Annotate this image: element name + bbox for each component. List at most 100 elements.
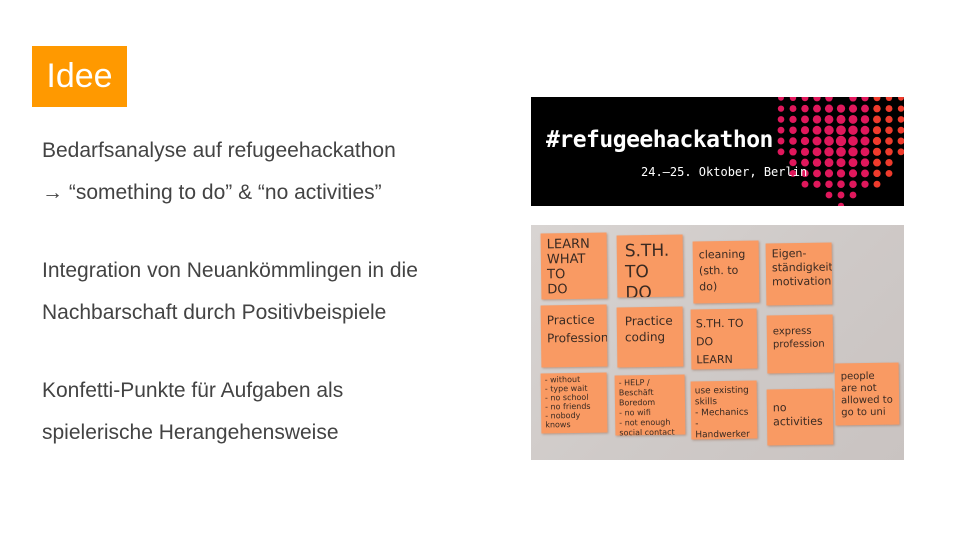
- heart-dot: [777, 105, 785, 112]
- heart-dot: [789, 137, 797, 145]
- heart-dot: [777, 116, 785, 123]
- heart-dot: [897, 137, 904, 145]
- heart-dot: [812, 158, 822, 167]
- heart-dot: [813, 180, 821, 188]
- heart-dot: [801, 115, 809, 124]
- heart-dot: [837, 191, 845, 199]
- heart-dot: [824, 104, 834, 113]
- heart-dot: [897, 126, 904, 134]
- heart-dot: [860, 158, 870, 167]
- sticky-note: express profession: [766, 314, 834, 374]
- heart-dot: [813, 104, 821, 113]
- heart-dot: [824, 125, 834, 135]
- heart-dot: [885, 97, 893, 102]
- heart-dot: [885, 158, 893, 167]
- heart-dot: [836, 158, 846, 168]
- heart-dot: [848, 147, 858, 157]
- heart-dot: [885, 126, 893, 134]
- heart-dot: [861, 169, 869, 178]
- heart-dot: [873, 104, 881, 113]
- heart-dot: [860, 115, 870, 124]
- sticky-notes-photo: LEARN WHAT TO DO S.TH. TO DO cleaning (s…: [531, 225, 904, 460]
- heart-dot: [824, 169, 834, 178]
- heart-dot: [824, 147, 834, 157]
- banner-hashtag: #refugeehackathon: [546, 127, 773, 153]
- heart-dot: [800, 136, 810, 146]
- heart-dot: [861, 180, 869, 188]
- heart-dot: [873, 169, 881, 178]
- refugeehackathon-banner: #refugeehackathon 24.–25. Oktober, Berli…: [531, 97, 904, 206]
- heart-dot: [825, 191, 833, 199]
- heart-dot: [897, 116, 904, 123]
- heart-dot: [789, 126, 797, 134]
- heart-dot: [861, 97, 869, 102]
- heart-dot: [777, 148, 785, 156]
- heart-dot: [800, 147, 810, 156]
- heart-dot: [872, 126, 882, 135]
- heart-dot: [812, 115, 822, 124]
- heart-dot: [849, 97, 857, 102]
- heart-dot: [836, 114, 846, 124]
- heart-dot: [873, 115, 881, 124]
- heart-dot: [837, 180, 845, 188]
- sticky-note: S.TH. TO DO LEARN: [690, 308, 758, 370]
- heart-dot: [801, 104, 809, 113]
- text-line-integration: Integration von Neuankömmlingen in die: [42, 259, 418, 282]
- sticky-note: Practice coding: [616, 306, 684, 368]
- sticky-note: no activities: [766, 388, 834, 446]
- sticky-note: S.TH. TO DO: [616, 234, 684, 298]
- heart-dot: [849, 180, 857, 188]
- heart-dot: [825, 97, 833, 102]
- heart-dot: [885, 148, 893, 156]
- text-line-quotes: → “something to do” & “no activities”: [42, 181, 382, 204]
- heart-dot: [812, 125, 822, 135]
- heart-dot: [824, 158, 834, 168]
- heart-dot: [872, 147, 882, 156]
- heart-dot: [848, 114, 858, 124]
- heart-dot: [848, 104, 858, 113]
- heart-dot: [872, 136, 882, 146]
- heart-dot: [800, 126, 810, 135]
- heart-dot: [778, 97, 784, 101]
- heart-dot: [885, 105, 893, 113]
- sticky-note: Practice Profession: [540, 304, 608, 368]
- heart-dot: [897, 148, 904, 156]
- heart-dot: [825, 180, 833, 188]
- heart-dot: [873, 180, 881, 188]
- text-line-confetti: Konfetti-Punkte für Aufgaben als: [42, 379, 344, 402]
- heart-dot: [848, 136, 858, 146]
- heart-dot: [836, 125, 846, 136]
- heart-dot: [860, 125, 870, 135]
- heart-dot: [789, 148, 797, 156]
- heart-dot: [789, 105, 797, 113]
- heart-dot: [873, 158, 881, 167]
- heart-dot: [837, 202, 845, 206]
- heart-dot: [813, 97, 821, 102]
- heart-dot: [777, 137, 785, 145]
- banner-date-place: 24.–25. Oktober, Berlin: [641, 165, 808, 179]
- heart-dot: [836, 169, 846, 178]
- heart-dot: [836, 146, 846, 157]
- heart-dot: [824, 114, 834, 124]
- heart-dot: [848, 158, 858, 168]
- heart-dot: [873, 97, 881, 102]
- heart-dot: [789, 115, 797, 124]
- text-line-needs-analysis: Bedarfsanalyse auf refugeehackathon: [42, 139, 396, 162]
- heart-dot: [824, 136, 834, 146]
- heart-dot: [860, 147, 870, 157]
- heart-dot: [801, 97, 809, 102]
- heart-dot: [848, 125, 858, 135]
- slide-title: Idee: [32, 46, 127, 107]
- heart-dot: [813, 169, 821, 178]
- text-line-neighbourhood: Nachbarschaft durch Positivbeispiele: [42, 301, 387, 324]
- sticky-note: cleaning (sth. to do): [692, 240, 760, 304]
- heart-dot: [885, 137, 893, 145]
- sticky-note: - without - type wait - no school - no f…: [540, 372, 608, 434]
- heart-dot: [801, 180, 809, 188]
- sticky-note: LEARN WHAT TO DO: [540, 232, 608, 300]
- sticky-note: - HELP / Beschäft Boredom - no wifi - no…: [614, 374, 686, 436]
- heart-dot: [897, 105, 904, 112]
- heart-dot: [848, 169, 858, 178]
- heart-dot: [860, 136, 870, 146]
- heart-dot: [812, 136, 822, 146]
